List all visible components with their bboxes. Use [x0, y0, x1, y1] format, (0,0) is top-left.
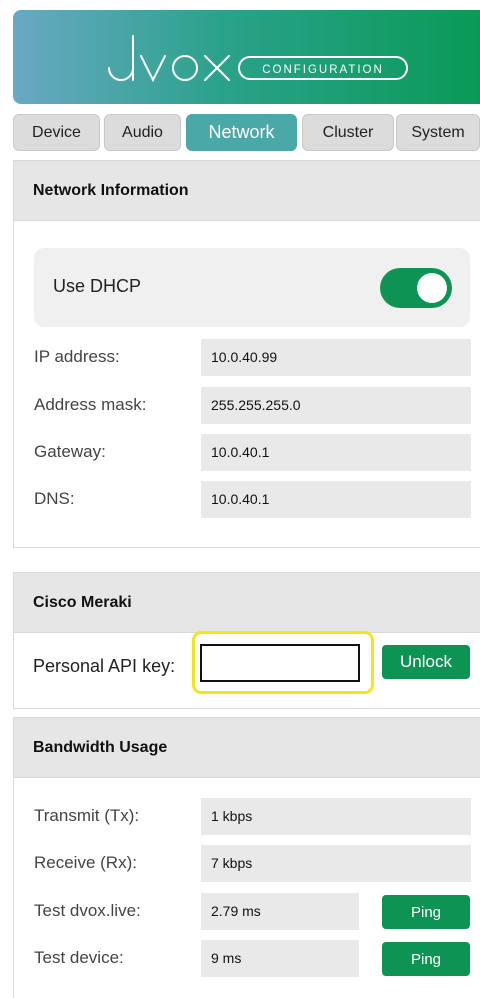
transmit-value: 1 kbps [201, 798, 471, 835]
api-key-label: Personal API key: [33, 656, 176, 676]
gateway-row: Gateway: 10.0.40.1 [14, 434, 480, 471]
test-device-row: Test device: 9 ms Ping [14, 940, 480, 977]
network-information-panel: Network Information Use DHCP IP address:… [13, 160, 480, 548]
dhcp-toggle[interactable] [380, 268, 452, 308]
tab-device[interactable]: Device [13, 114, 100, 151]
tab-network[interactable]: Network [186, 114, 297, 151]
nav-tabs: Device Audio Network Cluster System [13, 114, 480, 152]
tab-cluster[interactable]: Cluster [302, 114, 394, 151]
receive-value: 7 kbps [201, 845, 471, 882]
dns-row: DNS: 10.0.40.1 [14, 481, 480, 518]
header-banner: CONFIGURATION [13, 10, 480, 104]
ping-dvox-live-button[interactable]: Ping [382, 895, 470, 929]
tab-system[interactable]: System [396, 114, 480, 151]
receive-row: Receive (Rx): 7 kbps [14, 845, 480, 882]
address-mask-label: Address mask: [34, 395, 147, 414]
network-information-title: Network Information [14, 161, 480, 221]
cisco-meraki-title: Cisco Meraki [14, 573, 480, 633]
transmit-row: Transmit (Tx): 1 kbps [14, 798, 480, 835]
test-device-value: 9 ms [201, 940, 359, 977]
ip-address-label: IP address: [34, 347, 120, 366]
dhcp-label: Use DHCP [53, 276, 142, 296]
ping-device-button[interactable]: Ping [382, 942, 470, 976]
transmit-label: Transmit (Tx): [34, 806, 140, 825]
receive-label: Receive (Rx): [34, 853, 137, 872]
ip-address-value: 10.0.40.99 [201, 339, 471, 376]
logo-badge-text: CONFIGURATION [262, 64, 384, 76]
toggle-knob [417, 273, 447, 303]
unlock-button[interactable]: Unlock [382, 645, 470, 679]
dns-label: DNS: [34, 489, 75, 508]
dvox-logo: CONFIGURATION [108, 35, 408, 83]
test-dvox-live-label: Test dvox.live: [34, 901, 141, 920]
cisco-meraki-panel: Cisco Meraki Personal API key: Unlock [13, 572, 480, 709]
gateway-value: 10.0.40.1 [201, 434, 471, 471]
gateway-label: Gateway: [34, 442, 106, 461]
bandwidth-usage-title: Bandwidth Usage [14, 718, 480, 778]
address-mask-value: 255.255.255.0 [201, 387, 471, 424]
tab-audio[interactable]: Audio [104, 114, 181, 151]
test-device-label: Test device: [34, 948, 124, 967]
dhcp-setting: Use DHCP [34, 248, 470, 327]
ip-address-row: IP address: 10.0.40.99 [14, 339, 480, 376]
address-mask-row: Address mask: 255.255.255.0 [14, 387, 480, 424]
dns-value: 10.0.40.1 [201, 481, 471, 518]
test-dvox-live-row: Test dvox.live: 2.79 ms Ping [14, 893, 480, 930]
bandwidth-usage-panel: Bandwidth Usage Transmit (Tx): 1 kbps Re… [13, 717, 480, 998]
api-key-input[interactable] [200, 644, 360, 682]
test-dvox-live-value: 2.79 ms [201, 893, 359, 930]
